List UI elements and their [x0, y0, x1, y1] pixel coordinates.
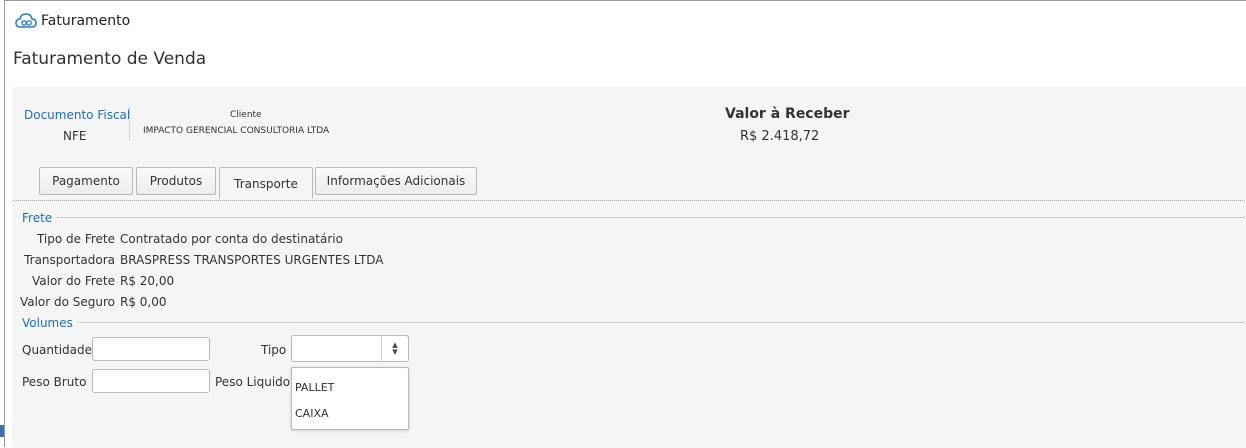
peso-liquido-label: Peso Liquido	[215, 375, 291, 389]
tipo-frete-value: Contratado por conta do destinatário	[120, 232, 343, 246]
valor-receber-value: R$ 2.418,72	[740, 129, 820, 144]
cloud-icon	[15, 13, 37, 28]
valor-seguro-value: R$ 0,00	[120, 295, 167, 309]
tipo-select[interactable]: ▲ ▼	[291, 335, 409, 362]
header-separator	[129, 107, 131, 141]
cliente-value: IMPACTO GERENCIAL CONSULTORIA LTDA	[143, 126, 330, 136]
billing-panel: Documento Fiscal NFE Cliente IMPACTO GER…	[12, 87, 1246, 448]
tab-transporte[interactable]: Transporte	[219, 167, 313, 199]
peso-bruto-input[interactable]	[92, 369, 210, 393]
select-arrows-icon[interactable]: ▲ ▼	[381, 336, 408, 361]
documento-fiscal-label: Documento Fiscal	[24, 108, 131, 122]
frete-section-title: Frete	[22, 211, 53, 225]
quantidade-input[interactable]	[92, 337, 210, 361]
peso-bruto-label: Peso Bruto	[22, 375, 87, 389]
transportadora-label: Transportadora	[24, 253, 115, 267]
tab-informacoes-adicionais[interactable]: Informações Adicionais	[315, 167, 477, 195]
quantidade-label: Quantidade	[22, 343, 93, 357]
billing-window: Faturamento Faturamento de Venda Documen…	[4, 0, 1246, 448]
tipo-option-caixa[interactable]: CAIXA	[295, 407, 329, 420]
cliente-label: Cliente	[230, 110, 262, 120]
frete-section-line	[57, 217, 1246, 218]
tipo-dropdown-list: PALLET CAIXA	[291, 367, 409, 430]
tab-produtos[interactable]: Produtos	[136, 167, 216, 195]
volumes-section-title: Volumes	[22, 316, 73, 330]
tipo-option-pallet[interactable]: PALLET	[295, 381, 334, 394]
page-title: Faturamento de Venda	[13, 49, 207, 69]
window-titlebar: Faturamento	[15, 10, 130, 32]
valor-seguro-label: Valor do Seguro	[19, 295, 115, 309]
volumes-section-line	[78, 322, 1246, 323]
valor-frete-label: Valor do Frete	[32, 274, 115, 288]
window-title: Faturamento	[41, 13, 131, 29]
documento-fiscal-value: NFE	[63, 129, 87, 143]
valor-receber-label: Valor à Receber	[725, 106, 850, 122]
tipo-label: Tipo	[261, 343, 287, 357]
tab-divider	[12, 200, 1246, 201]
valor-frete-value: R$ 20,00	[120, 274, 175, 288]
tipo-frete-label: Tipo de Frete	[36, 232, 115, 246]
tab-pagamento[interactable]: Pagamento	[39, 167, 133, 195]
transportadora-value: BRASPRESS TRANSPORTES URGENTES LTDA	[120, 253, 384, 267]
